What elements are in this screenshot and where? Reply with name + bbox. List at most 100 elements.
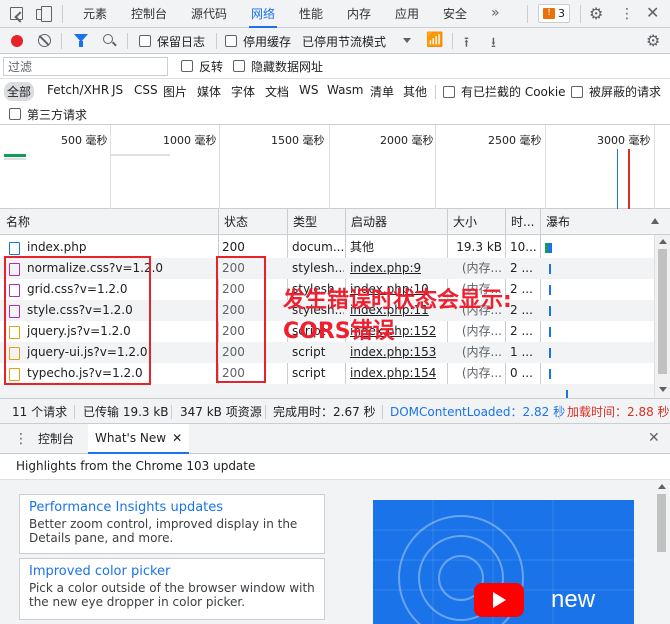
dom-content-loaded-time: DOMContentLoaded：2.82 秒 [390,405,566,419]
tab-security[interactable]: 安全 [441,0,469,28]
document-file-icon [9,242,20,255]
request-time: 2 ... [510,303,533,317]
type-media[interactable]: 媒体 [194,82,224,101]
throttling-chevron-down-icon[interactable] [403,38,411,43]
clear-icon[interactable] [38,34,51,47]
close-devtools-icon[interactable]: ✕ [646,3,659,23]
column-size[interactable]: 大小 [447,209,505,235]
tab-memory[interactable]: 内存 [345,0,373,28]
tab-performance[interactable]: 性能 [297,0,325,28]
record-button[interactable] [11,35,23,47]
type-doc[interactable]: 文档 [262,82,292,101]
device-toolbar-icon[interactable] [36,6,52,22]
filter-input[interactable] [3,57,168,76]
close-tab-icon[interactable]: ✕ [172,431,182,445]
column-type[interactable]: 类型 [287,209,345,235]
waterfall-bar [549,348,551,358]
more-options-icon[interactable]: ⋮ [620,4,634,24]
whats-new-video-thumbnail[interactable]: new [373,500,634,624]
request-count: 11 个请求 [12,405,68,419]
request-time: 2 ... [510,261,533,275]
network-settings-gear-icon[interactable]: ⚙ [646,31,660,50]
type-ws[interactable]: WS [296,82,321,98]
tab-console[interactable]: 控制台 [129,0,169,28]
column-initiator[interactable]: 启动器 [345,209,447,235]
request-size: (内存... [461,345,502,359]
request-time: 1 ... [510,345,533,359]
drawer-tab-console[interactable]: 控制台 [38,424,74,454]
scroll-thumb[interactable] [658,249,667,374]
more-tabs-icon[interactable]: » [491,5,500,21]
overview-bar-document [4,154,26,157]
scroll-up-arrow-icon[interactable] [658,484,666,489]
column-status[interactable]: 状态 [218,209,287,235]
feature-card-title[interactable]: Performance Insights updates [29,499,315,517]
drawer-scrollbar[interactable] [654,480,670,624]
drawer-tab-whats-new-label: What's New [95,431,167,445]
type-css[interactable]: CSS [131,82,161,98]
type-font[interactable]: 字体 [228,82,258,101]
hide-data-urls-checkbox[interactable] [233,60,245,72]
type-other[interactable]: 其他 [400,82,430,101]
tab-application[interactable]: 应用 [393,0,421,28]
type-js[interactable]: JS [109,82,126,98]
timeline-overview[interactable]: 500 毫秒 1000 毫秒 1500 毫秒 2000 毫秒 2500 毫秒 3… [0,125,670,209]
scroll-down-arrow-icon[interactable] [659,387,667,392]
drawer-tabbar: ⋮ 控制台 What's New ✕ ✕ [0,424,670,454]
column-waterfall[interactable]: 瀑布 [540,209,654,235]
invert-checkbox[interactable] [181,60,193,72]
close-drawer-icon[interactable]: ✕ [648,430,660,446]
third-party-checkbox[interactable] [9,108,21,120]
column-name[interactable]: 名称 [0,209,218,235]
waterfall-bar [549,285,551,295]
type-fetch-xhr[interactable]: Fetch/XHR [44,82,112,98]
tab-sources[interactable]: 源代码 [189,0,229,28]
inspect-element-icon[interactable] [10,7,26,23]
feature-card[interactable]: Improved color picker Pick a color outsi… [19,558,325,620]
request-type: stylesh... [292,261,344,275]
status-highlight-box [216,256,266,383]
timeline-tick: 1000 毫秒 [163,134,217,147]
video-label: new [551,586,596,613]
request-initiator-link[interactable]: index.php:154 [350,363,436,384]
hide-data-urls-label: 隐藏数据网址 [251,60,324,74]
type-wasm[interactable]: Wasm [324,82,366,98]
tab-elements[interactable]: 元素 [81,0,109,28]
network-conditions-wifi-icon[interactable]: 📶 [426,32,443,48]
issues-badge[interactable]: ! 3 [538,4,570,23]
export-har-icon[interactable]: ⭳ [491,32,496,56]
blocked-cookies-checkbox[interactable] [443,86,455,98]
request-table-header: 名称 状态 类型 启动器 大小 时... 瀑布 [0,209,670,235]
import-har-icon[interactable]: ⭱ [464,32,469,56]
feature-card[interactable]: Performance Insights updates Better zoom… [19,494,325,554]
column-time[interactable]: 时... [505,209,540,235]
request-initiator-link[interactable]: index.php:9 [350,258,421,279]
preserve-log-checkbox[interactable] [139,35,151,47]
request-status: 200 [222,240,245,254]
waterfall-bar [549,369,551,379]
scroll-thumb[interactable] [657,494,666,552]
scroll-up-arrow-icon[interactable] [659,239,667,244]
drawer-tab-whats-new[interactable]: What's New ✕ [88,424,190,454]
whats-new-header: Highlights from the Chrome 103 update [0,454,670,480]
youtube-play-icon[interactable] [474,583,524,617]
feature-card-title[interactable]: Improved color picker [29,563,315,581]
settings-gear-icon[interactable]: ⚙ [589,4,603,24]
tab-network[interactable]: 网络 [249,0,278,28]
network-summary-bar: 11 个请求 已传输 19.3 kB 347 kB 项资源 完成用时：2.67 … [0,398,670,424]
disable-cache-checkbox[interactable] [225,35,237,47]
whats-new-title: Highlights from the Chrome 103 update [16,459,256,473]
drawer-menu-icon[interactable]: ⋮ [14,431,28,447]
blocked-requests-checkbox[interactable] [571,86,583,98]
table-row[interactable]: index.php 200 docum... 其他 19.3 kB 10... [0,237,654,258]
search-icon[interactable] [103,34,117,47]
request-size: (内存... [461,261,502,275]
throttling-select[interactable]: 已停用节流模式 [302,33,386,50]
type-manifest[interactable]: 清单 [367,82,397,101]
type-img[interactable]: 图片 [160,82,190,101]
waterfall-bar [549,264,551,274]
load-time: 加载时间：2.88 秒 [567,405,670,419]
table-row[interactable] [0,384,654,398]
table-scrollbar[interactable] [654,235,670,398]
type-all[interactable]: 全部 [4,82,35,101]
